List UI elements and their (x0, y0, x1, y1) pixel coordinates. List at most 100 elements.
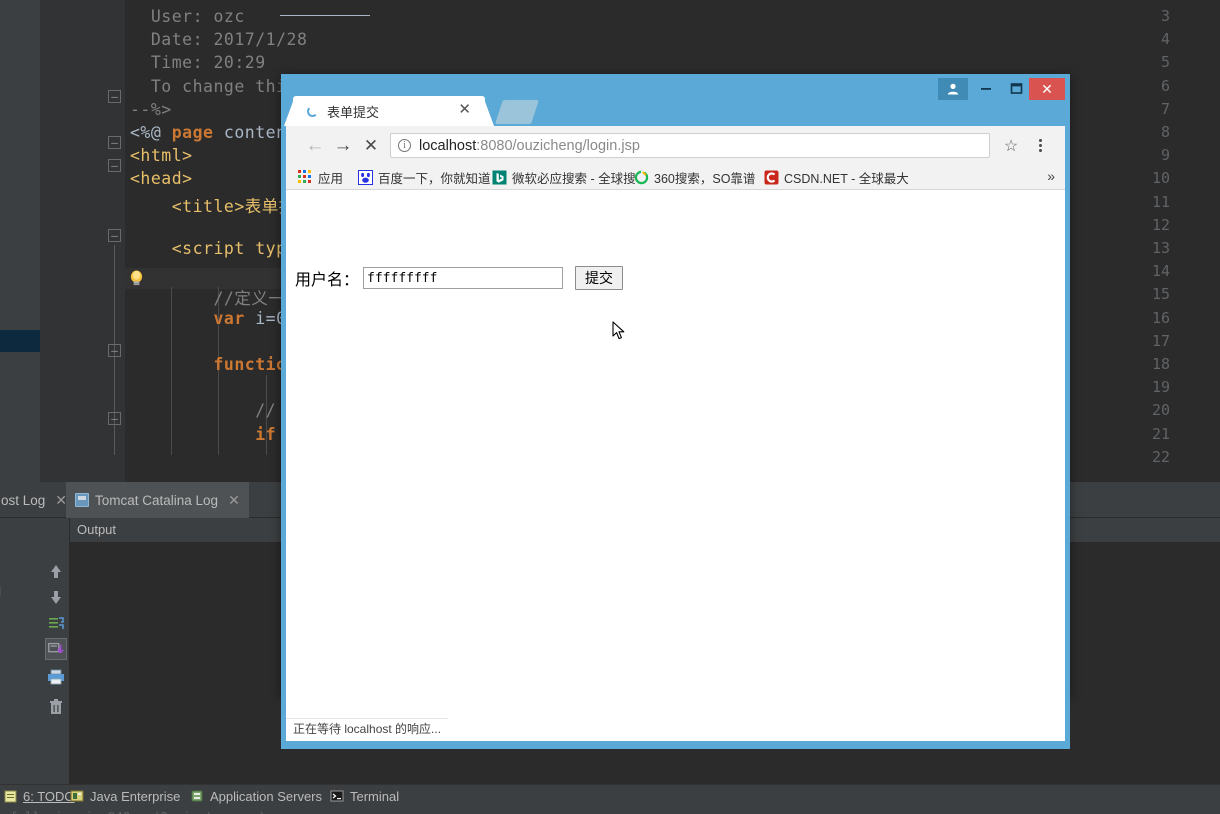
page-content: 用户名： 提交 (286, 190, 1065, 741)
browser-toolbar[interactable]: ← → ✕ i localhost:8080/ouzicheng/login.j… (286, 126, 1065, 164)
scroll-down-icon[interactable] (45, 586, 67, 608)
line-number: 17 (1151, 331, 1170, 350)
line-number: 6 (1160, 76, 1170, 95)
close-icon: ✕ (363, 136, 379, 155)
print-icon[interactable] (45, 666, 67, 688)
browser-status-text: 正在等待 localhost 的响应... (293, 722, 442, 736)
line-number: 15 (1151, 285, 1170, 304)
chrome-menu-button[interactable] (1030, 133, 1050, 158)
scroll-up-icon[interactable] (45, 560, 67, 582)
fold-marker[interactable]: – (108, 90, 121, 103)
arrow-left-icon: ← (305, 135, 325, 156)
code-line: --%> (130, 99, 172, 119)
line-number: 20 (1151, 401, 1170, 420)
line-number: 10 (1151, 169, 1170, 188)
bookmark-360-search-label: 360搜索，SO靠谱 (654, 171, 756, 186)
todo-icon (4, 790, 17, 802)
log-file-icon (75, 493, 89, 507)
status-item-todo[interactable]: 6: TODO (4, 785, 75, 807)
username-input[interactable] (363, 267, 564, 289)
status-item-terminal[interactable]: Terminal (330, 785, 399, 807)
user-name-underline (280, 15, 370, 16)
star-icon: ☆ (1003, 137, 1019, 155)
fold-marker[interactable]: – (108, 344, 121, 357)
profile-button[interactable] (938, 78, 968, 100)
terminal-icon (330, 790, 344, 802)
minimize-icon (981, 88, 991, 90)
line-number: 8 (1160, 123, 1170, 141)
application-servers-icon (191, 790, 203, 802)
code-line: <html> (130, 146, 193, 166)
login-form: 用户名： 提交 (295, 266, 624, 290)
address-bar[interactable]: i localhost:8080/ouzicheng/login.jsp (390, 133, 990, 158)
code-line: if ( (130, 424, 296, 444)
browser-title-bar[interactable]: 表单提交 ✕ ✕ (281, 74, 1070, 126)
trash-icon[interactable] (45, 696, 67, 718)
close-icon: ✕ (1041, 80, 1053, 97)
fold-marker[interactable]: – (108, 159, 121, 172)
three-dot-menu-icon (1038, 139, 1042, 142)
three-dot-menu-icon (1038, 149, 1042, 152)
bookmark-csdn[interactable]: CSDN.NET - 全球最大 (764, 167, 909, 187)
url-host: localhost (419, 137, 477, 154)
bing-icon (492, 170, 507, 185)
close-window-button[interactable]: ✕ (1029, 78, 1065, 100)
code-line: var i=0; (130, 308, 297, 328)
username-label: 用户名： (295, 270, 360, 289)
fold-marker[interactable]: – (108, 229, 121, 242)
browser-tab[interactable]: 表单提交 ✕ (284, 96, 494, 126)
line-number: 21 (1151, 424, 1170, 443)
bookmark-bing[interactable]: 微软必应搜索 - 全球搜 (492, 167, 636, 187)
line-number: 7 (1160, 99, 1170, 118)
minimize-button[interactable] (971, 78, 1001, 98)
soft-wrap-icon[interactable] (45, 612, 67, 634)
project-tree-panel[interactable] (0, 0, 40, 482)
page-info-icon[interactable]: i (398, 139, 411, 152)
chrome-browser-window[interactable]: 表单提交 ✕ ✕ ← → ✕ i localhost:8080/ouzichen… (281, 74, 1070, 749)
stop-loading-button[interactable]: ✕ (358, 133, 384, 159)
line-number: 13 (1151, 239, 1170, 257)
bookmark-baidu[interactable]: 百度一下，你就知道 (358, 167, 491, 187)
code-line: // (130, 401, 277, 421)
line-number: 18 (1151, 355, 1170, 373)
fold-marker[interactable]: – (108, 136, 121, 149)
scroll-to-end-icon[interactable] (45, 638, 67, 660)
tool-window-vertical-toolbar[interactable] (42, 518, 70, 784)
lightbulb-icon[interactable] (129, 270, 144, 287)
tab-tomcat-catalina-log[interactable]: Tomcat Catalina Log ✕ (66, 482, 249, 518)
line-number: 9 (1160, 146, 1170, 165)
bookmark-apps[interactable]: 应用 (298, 167, 343, 187)
tool-window-tree[interactable]: ploded (0, 518, 42, 784)
bookmarks-overflow-button[interactable]: » (1047, 168, 1055, 184)
line-number: 19 (1151, 378, 1170, 397)
new-tab-button[interactable] (495, 100, 539, 124)
bookmark-bing-label: 微软必应搜索 - 全球搜 (512, 171, 636, 186)
line-number: 5 (1160, 53, 1170, 72)
line-number: 22 (1151, 447, 1170, 466)
line-number: 3 (1160, 7, 1170, 25)
baidu-icon (358, 169, 373, 185)
bookmark-360-search[interactable]: 360搜索，SO靠谱 (634, 167, 755, 187)
browser-status-bubble: 正在等待 localhost 的响应... (286, 718, 449, 738)
bookmark-star-button[interactable]: ☆ (998, 133, 1024, 158)
close-icon[interactable]: ✕ (458, 102, 471, 118)
tab-tomcat-catalina-log-label: Tomcat Catalina Log (95, 492, 219, 508)
three-dot-menu-icon (1038, 144, 1042, 147)
fold-marker[interactable]: – (108, 412, 121, 425)
apps-grid-icon (298, 169, 313, 185)
maximize-icon (1010, 82, 1022, 94)
project-tree-selected-row[interactable] (0, 330, 40, 352)
tab-localhost-log[interactable]: ost Log ✕ (0, 482, 76, 518)
back-button[interactable]: ← (302, 133, 328, 159)
line-number: 11 (1151, 192, 1170, 211)
java-enterprise-icon (70, 790, 84, 802)
tree-item-exploded[interactable]: ploded (0, 584, 42, 599)
forward-button[interactable]: → (330, 133, 356, 159)
maximize-button[interactable] (1001, 78, 1031, 98)
close-icon[interactable]: ✕ (228, 492, 240, 509)
line-number: 16 (1151, 308, 1170, 327)
status-item-application-servers[interactable]: Application Servers (190, 785, 322, 807)
bookmarks-bar[interactable]: 应用 百度一下，你就知道 微软必应搜索 - 全球搜 360搜索，SO靠谱 CSD… (286, 164, 1065, 190)
status-item-java-enterprise[interactable]: Java Enterprise (70, 785, 180, 807)
submit-button[interactable]: 提交 (575, 266, 624, 290)
